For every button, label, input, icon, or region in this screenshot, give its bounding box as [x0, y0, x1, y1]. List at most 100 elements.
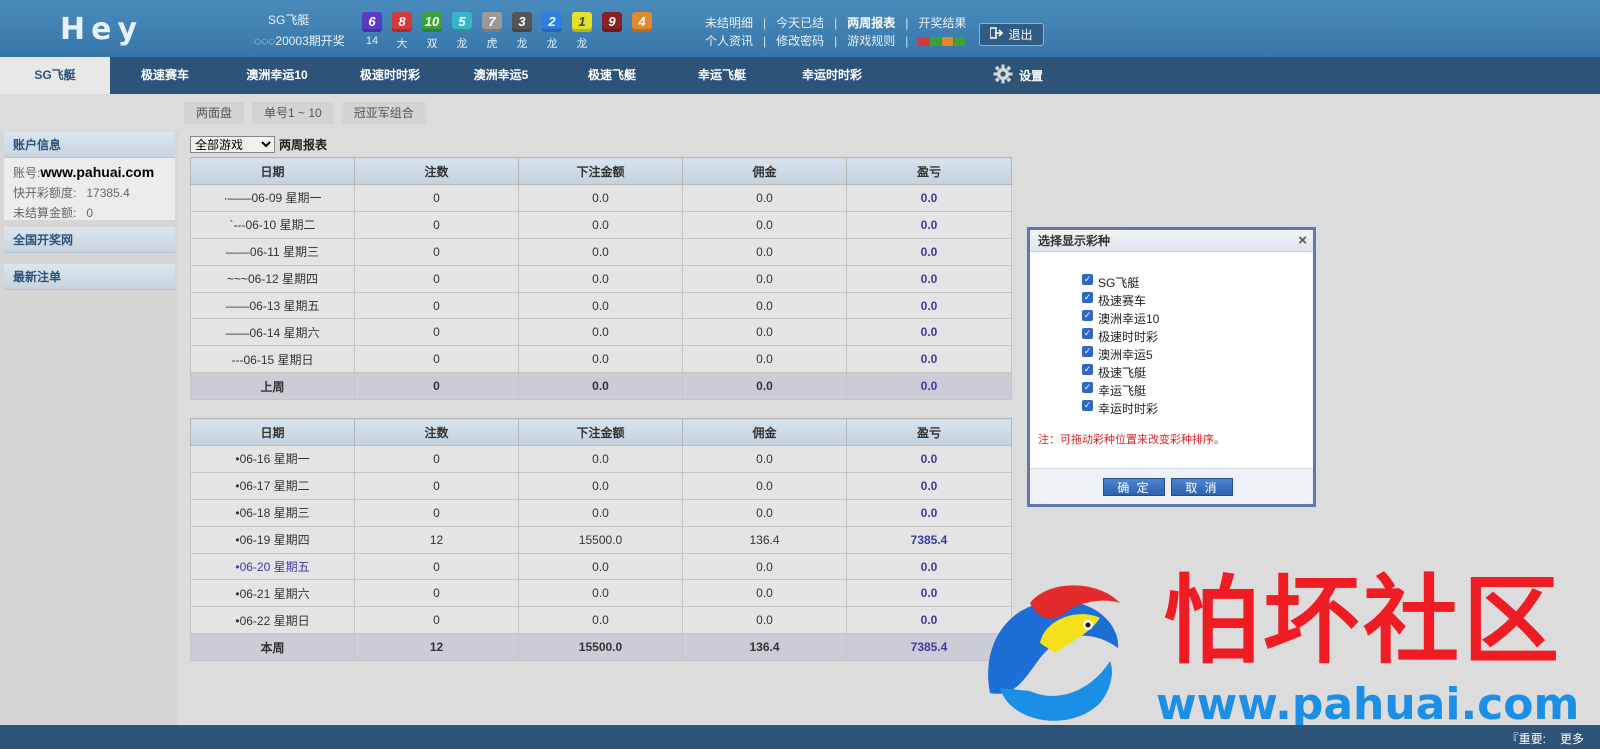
table-cell: 0.0	[682, 606, 847, 635]
game-select[interactable]: 全部游戏	[190, 136, 275, 153]
footer-notice: 『重要:	[1506, 732, 1546, 746]
column-header: 日期	[190, 157, 355, 185]
nav-tab[interactable]: 澳洲幸运5	[446, 57, 556, 94]
lottery-checkbox-item[interactable]: ✓ 澳洲幸运5	[1082, 345, 1159, 363]
table-cell[interactable]: ——06-11 星期三	[190, 237, 355, 266]
nav-tab[interactable]: SG飞艇	[0, 57, 110, 94]
table-row: ~~~06-12 星期四 0 0.0 0.0 0.0	[190, 264, 1012, 293]
table-cell[interactable]: •06-16 星期一	[190, 445, 355, 473]
table-cell: 0.0	[518, 184, 683, 212]
table-cell[interactable]: `---06-10 星期二	[190, 210, 355, 239]
nav-tab[interactable]: 幸运时时彩	[776, 57, 888, 94]
last-week-report-table: 日期 注数 下注金额 佣金 盈亏 ·——06-09 星期一 0 0.0 0.0 0.0 `---06…	[190, 157, 1012, 401]
skin-color-swatch[interactable]	[918, 36, 930, 46]
column-header: 盈亏	[846, 157, 1012, 185]
draw-ball: 8	[392, 12, 412, 32]
top-link[interactable]: 开奖结果	[918, 14, 966, 32]
table-cell[interactable]: ·——06-09 星期一	[190, 184, 355, 212]
footer-more-link[interactable]: 更多	[1560, 730, 1584, 747]
sub-tab[interactable]: 单号1 ~ 10	[252, 102, 334, 124]
lottery-checkbox-item[interactable]: ✓ SG飞艇	[1082, 273, 1159, 291]
top-link[interactable]: 修改密码	[776, 32, 824, 50]
table-cell: 0.0	[518, 471, 683, 500]
footer-bar: 『重要: 更多	[0, 725, 1600, 749]
top-link[interactable]: 两周报表	[847, 14, 895, 32]
nav-tab[interactable]: 极速赛车	[110, 57, 220, 94]
checkbox-checked-icon[interactable]: ✓	[1082, 345, 1093, 357]
table-cell: 0	[354, 606, 519, 635]
skin-color-swatch[interactable]	[954, 36, 966, 46]
table-total-cell: 0.0	[518, 372, 683, 401]
sub-tab[interactable]: 两面盘	[184, 102, 245, 124]
draw-ball-item: 7虎	[477, 12, 507, 51]
checkbox-checked-icon[interactable]: ✓	[1082, 291, 1093, 303]
checkbox-checked-icon[interactable]: ✓	[1082, 399, 1093, 411]
table-cell: 0.0	[518, 291, 683, 320]
checkbox-checked-icon[interactable]: ✓	[1082, 363, 1093, 375]
sidebar-lottery-results-link[interactable]: 全国开奖网	[4, 227, 175, 253]
table-cell[interactable]: •06-21 星期六	[190, 579, 355, 608]
account-value: www.pahuai.com	[40, 164, 155, 180]
dialog-footer: 确 定 取 消	[1030, 468, 1313, 504]
link-separator: |	[905, 34, 909, 48]
close-icon[interactable]: ×	[1298, 230, 1307, 252]
lottery-checkbox-item[interactable]: ✓ 幸运飞艇	[1082, 381, 1159, 399]
nav-tab[interactable]: 极速飞艇	[556, 57, 668, 94]
lottery-checkbox-item[interactable]: ✓ 幸运时时彩	[1082, 399, 1159, 417]
table-row: •06-22 星期日 0 0.0 0.0 0.0	[190, 606, 1012, 635]
table-cell[interactable]: •06-18 星期三	[190, 498, 355, 527]
checkbox-checked-icon[interactable]: ✓	[1082, 381, 1093, 393]
table-total-cell: 本周	[190, 633, 355, 662]
checkbox-checked-icon[interactable]: ✓	[1082, 309, 1093, 321]
top-link[interactable]: 个人资讯	[705, 32, 753, 50]
table-cell[interactable]: ~~~06-12 星期四	[190, 264, 355, 293]
cancel-button[interactable]: 取 消	[1171, 478, 1233, 496]
lottery-checkbox-item[interactable]: ✓ 极速赛车	[1082, 291, 1159, 309]
top-link[interactable]: 今天已结	[776, 14, 824, 32]
table-cell[interactable]: ——06-14 星期六	[190, 318, 355, 347]
draw-issue-text: ◌◌◌20003期开奖	[254, 34, 345, 48]
table-cell[interactable]: •06-20 星期五	[190, 552, 355, 581]
skin-color-swatch[interactable]	[942, 36, 954, 46]
logout-button[interactable]: 退出	[979, 23, 1044, 46]
checkbox-checked-icon[interactable]: ✓	[1082, 273, 1093, 285]
dialog-title: 选择显示彩种	[1038, 234, 1111, 248]
table-cell[interactable]: ——06-13 星期五	[190, 291, 355, 320]
settings-button[interactable]: 设置	[993, 57, 1043, 94]
sidebar-account-header[interactable]: 账户信息	[4, 132, 175, 158]
draw-ball-stat: 大	[396, 38, 408, 50]
nav-tab[interactable]: 澳洲幸运10	[220, 57, 334, 94]
sidebar-latest-bets-link[interactable]: 最新注单	[4, 264, 175, 290]
table-header-row: 日期 注数 下注金额 佣金 盈亏	[190, 157, 1012, 185]
sub-tab[interactable]: 冠亚军组合	[341, 102, 426, 124]
table-cell: 0.0	[846, 184, 1012, 212]
nav-tab[interactable]: 幸运飞艇	[668, 57, 776, 94]
nav-tab[interactable]: 极速时时彩	[334, 57, 446, 94]
draw-ball-item: 5龙	[447, 12, 477, 51]
checkbox-label: 极速时时彩	[1098, 329, 1159, 344]
table-total-cell: 上周	[190, 372, 355, 401]
table-cell: 0.0	[518, 579, 683, 608]
confirm-button[interactable]: 确 定	[1103, 478, 1165, 496]
skin-color-swatch[interactable]	[930, 36, 942, 46]
top-link[interactable]: 游戏规则	[847, 32, 895, 50]
lottery-checkbox-item[interactable]: ✓ 极速时时彩	[1082, 327, 1159, 345]
draw-ball: 6	[362, 12, 382, 32]
table-cell[interactable]: •06-17 星期二	[190, 471, 355, 500]
watermark-fish-logo	[970, 573, 1150, 736]
table-cell: 0.0	[682, 498, 847, 527]
table-cell: 0	[354, 291, 519, 320]
table-header-row: 日期 注数 下注金额 佣金 盈亏	[190, 418, 1012, 446]
table-cell[interactable]: •06-22 星期日	[190, 606, 355, 635]
checkbox-checked-icon[interactable]: ✓	[1082, 327, 1093, 339]
lottery-checkbox-item[interactable]: ✓ 澳洲幸运10	[1082, 309, 1159, 327]
table-cell: 0.0	[518, 318, 683, 347]
table-cell[interactable]: ---06-15 星期日	[190, 345, 355, 374]
account-info-panel: 账号:www.pahuai.com 快开彩额度: 17385.4 未结算金额: …	[4, 158, 175, 220]
top-link[interactable]: 未结明细	[705, 14, 753, 32]
table-cell[interactable]: •06-19 星期四	[190, 525, 355, 554]
table-cell: 0.0	[682, 471, 847, 500]
draw-ball-stat: 双	[426, 38, 438, 50]
lottery-checkbox-item[interactable]: ✓ 极速飞艇	[1082, 363, 1159, 381]
table-row: •06-19 星期四 12 15500.0 136.4 7385.4	[190, 525, 1012, 554]
